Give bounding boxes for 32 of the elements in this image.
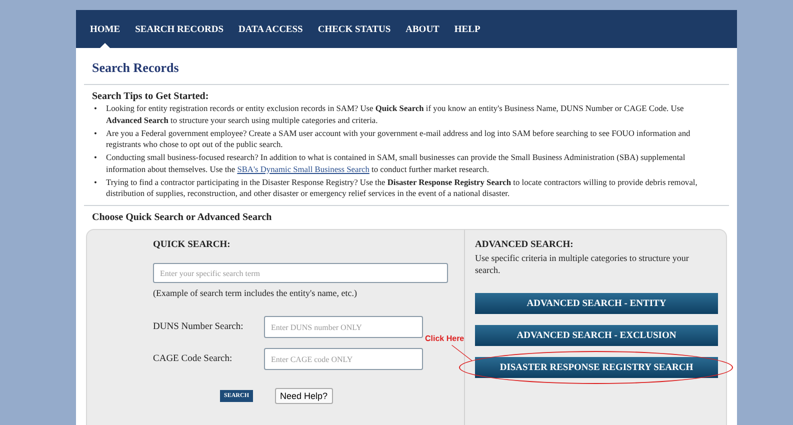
bullet-marker: • — [94, 103, 98, 115]
advanced-search-button[interactable]: ADVANCED SEARCH - ENTITY — [475, 293, 718, 314]
tip-text: Are you a Federal government employee? Create a SAM user account with your government e-mail address and log into SAM before searching to see FOUO information and registrants who chose to opt out of the public search. — [106, 128, 692, 150]
nav-tab[interactable]: HELP — [448, 10, 486, 48]
advanced-search-description: Use specific criteria in multiple categories to structure your search. — [475, 252, 690, 276]
quick-search-heading: QUICK SEARCH: — [153, 240, 232, 250]
bullet-marker: • — [94, 128, 98, 140]
help-button[interactable]: Need Help? — [275, 388, 333, 404]
search-hint: (Example of search term includes the entity's name, etc.) — [153, 288, 358, 298]
nav-tab[interactable]: HOME — [84, 10, 126, 48]
search-field[interactable]: Enter your specific search term — [153, 263, 448, 283]
bullet-marker: • — [94, 152, 98, 164]
search-link[interactable]: SBA's Dynamic Small Business Search — [237, 164, 370, 174]
tip-text: Conducting small business-focused research? In addition to what is contained in SAM, small businesses can provide the Small Business Administration (SBA) supplemental information about themselves. Use the SBA's Dynamic Small Business Search to conduct further market research. — [106, 152, 686, 175]
advanced-search-button[interactable]: DISASTER RESPONSE REGISTRY SEARCH — [475, 357, 718, 378]
section-heading: Choose Quick Search or Advanced Search — [91, 211, 273, 225]
input-field[interactable]: Enter DUNS number ONLY — [264, 316, 423, 338]
nav-tab[interactable]: ABOUT — [400, 10, 446, 48]
nav-tab[interactable]: DATA ACCESS — [232, 10, 309, 48]
page-title: Search Records — [84, 48, 729, 85]
input-field[interactable]: Enter CAGE code ONLY — [264, 348, 423, 370]
nav-tab[interactable]: SEARCH RECORDS — [129, 10, 230, 48]
advanced-search-heading: ADVANCED SEARCH: — [475, 240, 574, 250]
bullet-marker: • — [94, 176, 98, 188]
tip-text: Looking for entity registration records or entity exclusion records in SAM? Use Quick Search if you know an entity's Business Name, DUNS Number or CAGE Code. Use Advanced Search to structure your search using multiple categories and criteria. — [106, 103, 685, 126]
field-label: DUNS Number Search: — [153, 322, 244, 332]
advanced-search-button[interactable]: ADVANCED SEARCH - EXCLUSION — [475, 325, 718, 346]
tips-heading: Search Tips to Get Started: — [91, 90, 210, 103]
nav-tab[interactable]: CHECK STATUS — [312, 10, 397, 48]
field-label: CAGE Code Search: — [153, 354, 234, 364]
annotation-label: Click Here — [425, 334, 464, 343]
tip-text: Trying to find a contractor participating in the Disaster Response Registry? Use the Disaster Response Registry Search to locate contractors willing to provide debris removal, distribution of supplies, reconstruction, and other disaster or emergency relief services in the event of a national disaster. — [106, 176, 698, 200]
